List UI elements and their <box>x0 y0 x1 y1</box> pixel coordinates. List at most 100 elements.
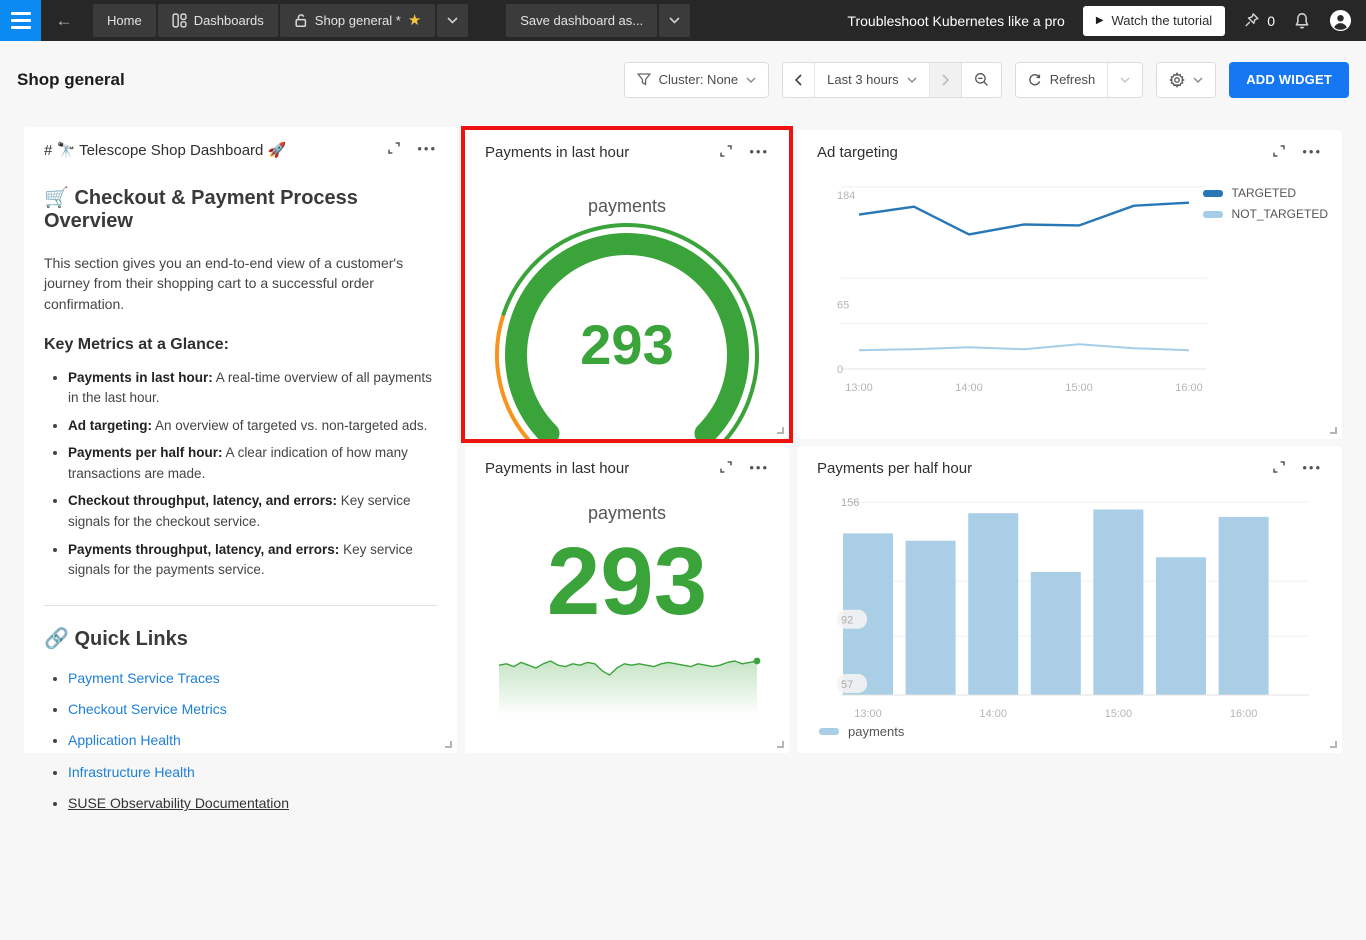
list-item: Application Health <box>68 729 437 751</box>
svg-text:15:00: 15:00 <box>1065 382 1093 394</box>
bar-widget-title: Payments per half hour <box>817 460 973 477</box>
link-application-health[interactable]: Application Health <box>68 732 181 748</box>
ad-targeting-widget: Ad targeting ••• 184 65 0 13:00 14:00 15:00 16… <box>797 130 1342 439</box>
resize-handle[interactable] <box>777 427 784 434</box>
zoom-out-button[interactable] <box>960 62 1001 97</box>
legend-item[interactable]: TARGETED <box>1202 186 1328 200</box>
avatar <box>1329 9 1352 32</box>
list-item: Payments throughput, latency, and errors… <box>68 540 437 581</box>
refresh-button[interactable]: Refresh <box>1015 62 1108 97</box>
user-menu-button[interactable] <box>1329 9 1352 32</box>
resize-handle[interactable] <box>1330 741 1337 748</box>
save-dashboard-chevron[interactable] <box>659 4 691 37</box>
save-dashboard-button[interactable]: Save dashboard as... <box>506 4 658 37</box>
legend-item[interactable]: NOT_TARGETED <box>1202 207 1328 221</box>
expand-icon[interactable] <box>1272 144 1286 158</box>
promo-text: Troubleshoot Kubernetes like a pro <box>847 12 1065 29</box>
resize-handle[interactable] <box>1330 427 1337 434</box>
chevron-down-icon <box>669 17 680 24</box>
widget-menu-icon[interactable]: ••• <box>1302 461 1322 474</box>
svg-text:92: 92 <box>841 615 853 627</box>
list-item: Payment Service Traces <box>68 667 437 689</box>
time-forward-button[interactable] <box>928 62 961 97</box>
legend-swatch <box>1202 189 1223 197</box>
chevron-down-icon <box>1193 77 1203 83</box>
resize-handle[interactable] <box>445 741 452 748</box>
widget-menu-icon[interactable]: ••• <box>1302 145 1322 158</box>
svg-text:0: 0 <box>837 364 843 376</box>
svg-text:13:00: 13:00 <box>854 708 882 720</box>
legend-label: TARGETED <box>1231 186 1296 200</box>
time-range-button[interactable]: Last 3 hours <box>814 62 929 97</box>
expand-icon[interactable] <box>719 460 733 474</box>
payments-sparkline <box>465 653 789 713</box>
menu-button[interactable] <box>0 0 41 41</box>
list-item: Checkout throughput, latency, and errors… <box>68 491 437 532</box>
svg-text:184: 184 <box>837 190 855 202</box>
widget-menu-icon[interactable]: ••• <box>749 461 769 474</box>
tab-shop-general[interactable]: Shop general * ★ <box>279 4 436 37</box>
time-range-label: Last 3 hours <box>827 72 899 87</box>
payments-sparkline-svg <box>498 657 761 713</box>
svg-text:15:00: 15:00 <box>1105 708 1133 720</box>
tab-dashboards[interactable]: Dashboards <box>157 4 278 37</box>
refresh-control: Refresh <box>1014 61 1144 98</box>
metric-label: payments <box>587 503 667 523</box>
link-payment-service-traces[interactable]: Payment Service Traces <box>68 670 220 686</box>
page-header: Shop general Cluster: None Last 3 hours <box>0 41 1366 118</box>
pin-counter[interactable]: 0 <box>1243 12 1275 29</box>
payments-number-widget: Payments in last hour ••• payments 293 <box>465 446 789 753</box>
favorite-star-icon[interactable]: ★ <box>408 13 421 28</box>
widget-menu-icon[interactable]: ••• <box>417 142 437 155</box>
payments-gauge-widget: Payments in last hour ••• payments 293 <box>465 130 789 439</box>
metrics-heading: Key Metrics at a Glance: <box>44 335 229 353</box>
chevron-down-icon <box>746 77 756 83</box>
chevron-right-icon <box>942 73 949 86</box>
filter-icon <box>637 73 651 86</box>
expand-icon[interactable] <box>387 141 401 155</box>
number-widget-title: Payments in last hour <box>485 460 630 477</box>
legend-label: NOT_TARGETED <box>1231 207 1328 221</box>
link-checkout-service-metrics[interactable]: Checkout Service Metrics <box>68 701 227 717</box>
quick-links-list: Payment Service Traces Checkout Service … <box>68 667 437 815</box>
ad-targeting-title: Ad targeting <box>817 144 898 161</box>
resize-handle[interactable] <box>777 741 784 748</box>
add-widget-button[interactable]: ADD WIDGET <box>1229 61 1349 98</box>
bar-chart-legend: payments <box>819 724 904 739</box>
markdown-heading: 🛒 Checkout & Payment Process Overview <box>44 187 358 232</box>
notifications-button[interactable] <box>1293 12 1311 30</box>
expand-icon[interactable] <box>719 144 733 158</box>
list-item: Checkout Service Metrics <box>68 698 437 720</box>
list-item: SUSE Observability Documentation <box>68 792 437 814</box>
link-suse-observability-docs[interactable]: SUSE Observability Documentation <box>68 795 289 811</box>
time-back-button[interactable] <box>783 62 815 97</box>
navbar-right: Troubleshoot Kubernetes like a pro ▶ Wat… <box>847 5 1366 36</box>
save-dashboard-group: Save dashboard as... <box>506 4 691 37</box>
refresh-label: Refresh <box>1049 72 1096 87</box>
settings-button[interactable] <box>1157 62 1216 97</box>
markdown-widget-title: # 🔭 Telescope Shop Dashboard 🚀 <box>44 142 287 159</box>
cluster-filter-button[interactable]: Cluster: None <box>624 62 769 97</box>
payments-per-half-hour-widget: Payments per half hour ••• 156 92 57 13:00 1… <box>797 446 1342 753</box>
markdown-intro: This section gives you an end-to-end vie… <box>44 255 404 312</box>
list-item: Ad targeting: An overview of targeted vs… <box>68 416 437 437</box>
cluster-filter: Cluster: None <box>623 61 770 98</box>
chevron-down-icon <box>907 77 917 83</box>
svg-text:57: 57 <box>841 679 853 691</box>
time-range-control: Last 3 hours <box>782 61 1002 98</box>
link-infrastructure-health[interactable]: Infrastructure Health <box>68 764 195 780</box>
tab-options-chevron[interactable] <box>437 4 469 37</box>
expand-icon[interactable] <box>1272 460 1286 474</box>
refresh-options-chevron[interactable] <box>1107 62 1143 97</box>
save-dashboard-label: Save dashboard as... <box>520 13 644 28</box>
watch-tutorial-button[interactable]: ▶ Watch the tutorial <box>1082 5 1226 36</box>
widget-menu-icon[interactable]: ••• <box>749 145 769 158</box>
tab-home-label: Home <box>107 13 142 28</box>
back-button[interactable]: ← <box>41 11 87 31</box>
divider <box>44 604 437 606</box>
dashboards-icon <box>172 13 187 28</box>
cluster-filter-label: Cluster: None <box>658 72 739 87</box>
page-title: Shop general <box>17 69 125 89</box>
tab-home[interactable]: Home <box>93 4 156 37</box>
list-item: Payments per half hour: A clear indicati… <box>68 443 437 484</box>
